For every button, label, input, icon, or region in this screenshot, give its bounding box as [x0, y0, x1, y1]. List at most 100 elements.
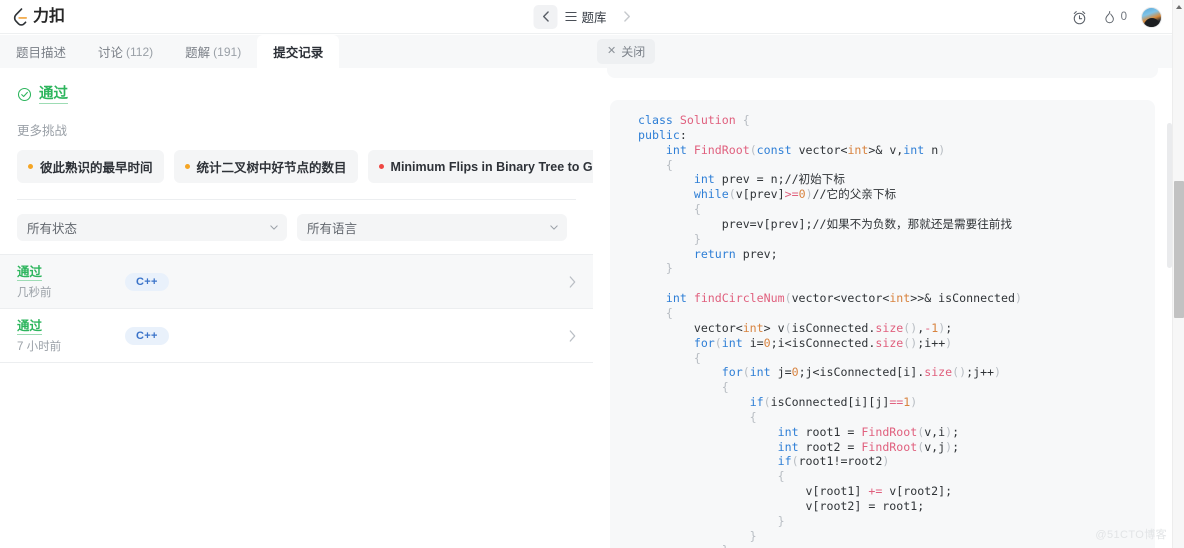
- submission-language-badge: C++: [125, 272, 169, 291]
- code-token: ): [945, 335, 953, 350]
- code-token: int: [749, 365, 778, 380]
- code-token: return: [693, 246, 743, 261]
- nav-forward-button[interactable]: [615, 5, 639, 29]
- code-token: ;: [952, 424, 960, 439]
- code-token: {: [638, 409, 757, 424]
- status-filter-select[interactable]: 所有状态: [17, 214, 287, 242]
- filter-row: 所有状态 所有语言: [17, 214, 593, 242]
- code-token: if: [749, 395, 764, 410]
- code-token: class: [638, 113, 680, 127]
- code-token: int: [742, 320, 764, 335]
- code-token: }: [638, 231, 701, 246]
- submission-status-cell: 通过 7 小时前: [17, 317, 125, 354]
- tab-label: 讨论: [98, 46, 124, 60]
- language-filter-select[interactable]: 所有语言: [297, 214, 567, 242]
- submissions-list: 通过 几秒前 C++ 通过 7 小时前 C++: [0, 254, 593, 364]
- scroll-up-button[interactable]: [1173, 0, 1184, 13]
- code-token: (: [784, 320, 792, 335]
- chevron-right-icon: [623, 11, 630, 22]
- code-scroll-area[interactable]: class Solution { public: int FindRoot(co…: [593, 68, 1172, 548]
- chevron-left-icon: [542, 11, 549, 22]
- nav-back-button[interactable]: [533, 4, 558, 29]
- submission-verdict: 通过: [17, 264, 43, 282]
- code-token: ;j++: [966, 365, 995, 380]
- code-token: ): [1014, 291, 1022, 306]
- tab-label: 题解: [185, 46, 211, 60]
- code-token: >& v,: [868, 142, 904, 157]
- tab-discussion[interactable]: 讨论 (112): [82, 35, 169, 68]
- app-header: 力扣 题库 0: [0, 0, 1172, 34]
- challenge-label: 彼此熟识的最早时间: [40, 161, 153, 176]
- code-token: ;i<isConnected.: [770, 335, 876, 350]
- code-token: for: [693, 335, 715, 350]
- code-token: root2 =: [805, 439, 862, 454]
- code-token: //如果不为负数，那就还是需要往前找: [812, 216, 1012, 231]
- code-token: root1 =: [805, 424, 862, 439]
- close-x-icon: ✕: [607, 45, 617, 57]
- table-row[interactable]: 通过 7 小时前 C++: [0, 309, 593, 364]
- code-token: public: [638, 127, 680, 142]
- nav-problemset-button[interactable]: 题库: [557, 4, 614, 29]
- page-scrollbar-thumb[interactable]: [1174, 181, 1184, 318]
- code-token: {: [735, 113, 750, 127]
- result-status[interactable]: 通过: [39, 85, 68, 105]
- code-token: int: [665, 291, 694, 306]
- code-block[interactable]: class Solution { public: int FindRoot(co…: [610, 113, 1155, 548]
- chevron-down-icon: [270, 225, 278, 230]
- code-token: :: [679, 127, 687, 142]
- code-token: prev;: [742, 246, 778, 261]
- table-row[interactable]: 通过 几秒前 C++: [0, 255, 593, 310]
- nav-label: 题库: [581, 11, 607, 25]
- timer-button[interactable]: [1071, 9, 1088, 26]
- submission-status-cell: 通过 几秒前: [17, 263, 125, 300]
- tab-solutions[interactable]: 题解 (191): [169, 35, 257, 68]
- submissions-panel: 通过 更多挑战 彼此熟识的最早时间 统计二叉树中好节点的数目 Minimum F…: [0, 68, 657, 548]
- row-chevron-icon: [569, 329, 576, 345]
- avatar[interactable]: [1141, 6, 1162, 28]
- more-challenges-list: 彼此熟识的最早时间 统计二叉树中好节点的数目 Minimum Flips in …: [17, 150, 657, 184]
- tab-submissions[interactable]: 提交记录: [257, 35, 340, 68]
- left-panel: 题目描述 讨论 (112) 题解 (191) 提交记录 通过 更多挑战 彼此熟识…: [0, 35, 657, 548]
- code-token: v[prev]: [735, 187, 785, 202]
- challenge-item[interactable]: 统计二叉树中好节点的数目: [173, 150, 358, 184]
- code-token: FindRoot: [861, 424, 918, 439]
- code-token: v[root1]: [638, 484, 869, 499]
- close-label: 关闭: [621, 45, 646, 59]
- code-token: {: [638, 380, 729, 395]
- streak-button[interactable]: 0: [1102, 9, 1127, 25]
- tab-count: (112): [126, 44, 154, 59]
- page-scrollbar[interactable]: [1172, 0, 1184, 548]
- tab-description[interactable]: 题目描述: [0, 35, 82, 68]
- caret-up-icon: [1176, 4, 1182, 9]
- alarm-clock-icon: [1073, 10, 1085, 24]
- submission-language-badge: C++: [125, 326, 169, 345]
- code-token: (: [728, 187, 736, 202]
- code-token: isConnected.: [791, 320, 876, 335]
- code-token: ==: [889, 395, 904, 410]
- code-token: ;i++: [917, 335, 946, 350]
- more-challenges-title: 更多挑战: [17, 124, 68, 139]
- code-token: v,i: [924, 424, 946, 439]
- streak-count: 0: [1120, 11, 1127, 23]
- code-token: isConnected[i][j]: [770, 395, 890, 410]
- code-token: {: [638, 305, 673, 320]
- code-token: (): [903, 320, 918, 335]
- check-circle-icon: [17, 88, 32, 102]
- tab-label: 题目描述: [16, 46, 67, 60]
- code-token: int: [721, 335, 750, 350]
- close-button[interactable]: ✕ 关闭: [597, 39, 656, 64]
- code-token: v[root2];: [882, 484, 953, 499]
- code-token: (): [903, 335, 918, 350]
- code-token: ;: [945, 320, 953, 335]
- code-token: (: [791, 454, 799, 469]
- code-token: (: [742, 365, 750, 380]
- challenge-item[interactable]: 彼此熟识的最早时间: [17, 150, 164, 184]
- leetcode-logo[interactable]: 力扣: [11, 7, 65, 26]
- code-token: for: [721, 365, 743, 380]
- code-token: ): [938, 142, 946, 157]
- code-token: >=: [784, 187, 799, 202]
- code-token: FindRoot: [861, 439, 918, 454]
